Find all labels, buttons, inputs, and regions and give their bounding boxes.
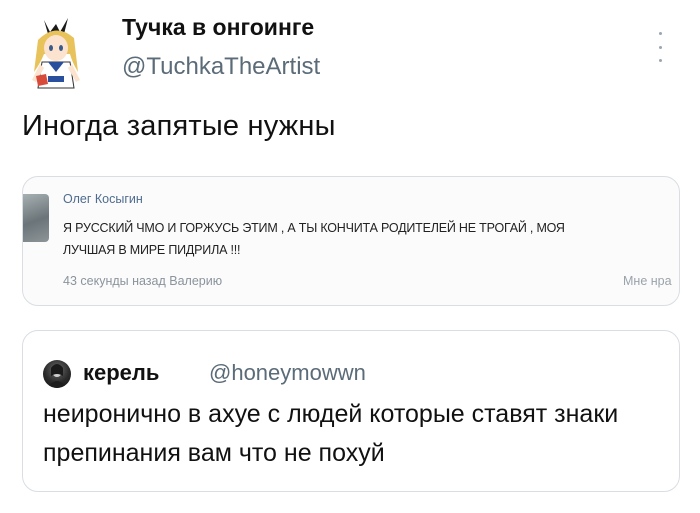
embedded-post-text: Я РУССКИЙ ЧМО И ГОРЖУСЬ ЭТИМ , А ТЫ КОНЧ… xyxy=(63,217,679,261)
quoted-tweet[interactable]: керель @honeymowwn неиронично в ахуе с л… xyxy=(22,330,680,492)
author-avatar-image xyxy=(32,18,80,89)
more-options-icon[interactable] xyxy=(656,32,664,62)
embedded-post-author: Олег Косыгин xyxy=(63,192,143,206)
embedded-post-meta: 43 секунды назад Валерию xyxy=(63,274,223,288)
embedded-post-line: ЛУЧШАЯ В МИРЕ ПИДРИЛА !!! xyxy=(63,243,241,257)
quoted-author-avatar xyxy=(43,360,71,388)
tweet-text: Иногда запятые нужны xyxy=(22,110,336,142)
embedded-post-line: Я РУССКИЙ ЧМО И ГОРЖУСЬ ЭТИМ , А ТЫ КОНЧ… xyxy=(63,221,565,235)
embedded-post-avatar xyxy=(23,194,49,242)
tweet-media-image[interactable]: Олег Косыгин Я РУССКИЙ ЧМО И ГОРЖУСЬ ЭТИ… xyxy=(22,176,680,306)
embedded-post-like-label: Мне нра xyxy=(623,274,672,288)
quoted-tweet-text: неиронично в ахуе с людей которые ставят… xyxy=(43,400,619,467)
author-name[interactable]: Тучка в онгоинге xyxy=(122,14,314,41)
author-avatar[interactable] xyxy=(26,14,88,90)
quoted-author-avatar-image xyxy=(47,364,67,388)
quoted-author-name[interactable]: керель xyxy=(83,360,159,386)
author-handle[interactable]: @TuchkaTheArtist xyxy=(122,53,320,81)
quoted-author-handle[interactable]: @honeymowwn xyxy=(209,360,366,386)
